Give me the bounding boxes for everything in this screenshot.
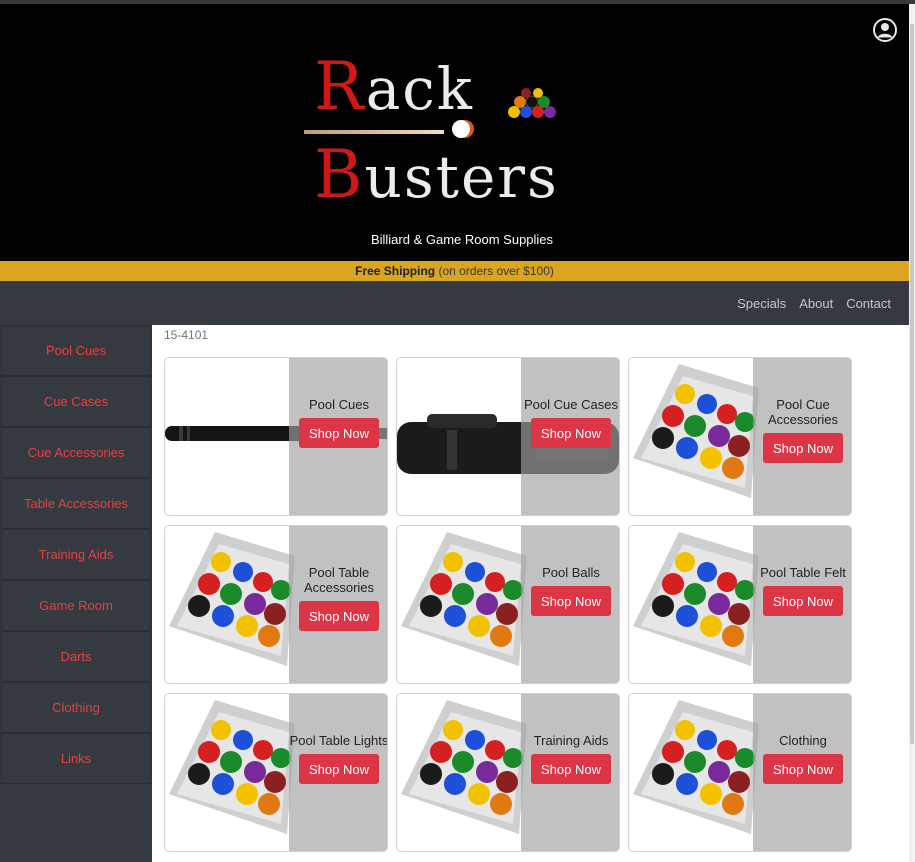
shop-now-button[interactable]: Shop Now	[763, 433, 843, 463]
logo-word-rack: Rack	[314, 48, 474, 125]
shop-now-button[interactable]: Shop Now	[531, 418, 611, 448]
category-card-pool-balls[interactable]: Pool Balls Shop Now	[396, 525, 620, 684]
shop-now-button[interactable]: Shop Now	[763, 586, 843, 616]
category-card-pool-cues[interactable]: Pool Cues Shop Now	[164, 357, 388, 516]
sidebar-item-clothing[interactable]: Clothing	[1, 682, 151, 733]
site-logo[interactable]: Rack Busters	[300, 48, 560, 213]
category-card-pool-cue-accessories[interactable]: Pool Cue Accessories Shop Now	[628, 357, 852, 516]
site-header: Rack Busters Billiard & Game Room Suppli…	[0, 4, 909, 261]
sidebar-item-pool-cues[interactable]: Pool Cues	[1, 325, 151, 376]
page-scrollbar[interactable]	[909, 4, 915, 862]
shop-now-button[interactable]: Shop Now	[763, 754, 843, 784]
sidebar-item-links[interactable]: Links	[1, 733, 151, 784]
card-title: Clothing	[779, 733, 827, 748]
shipping-strong: Free Shipping	[355, 264, 436, 278]
card-title: Pool Table Accessories	[303, 565, 375, 595]
category-card-pool-cue-cases[interactable]: Pool Cue Cases Shop Now	[396, 357, 620, 516]
nav-links: Specials About Contact	[737, 281, 891, 325]
sidebar-item-training-aids[interactable]: Training Aids	[1, 529, 151, 580]
site-tagline: Billiard & Game Room Supplies	[370, 232, 554, 247]
logo-cap-r: R	[314, 48, 366, 125]
nav-link-contact[interactable]: Contact	[846, 296, 891, 311]
logo-cue-stick	[304, 130, 444, 134]
card-title: Pool Balls	[542, 565, 600, 580]
logo-word-busters: Busters	[314, 136, 559, 213]
shop-now-button[interactable]: Shop Now	[531, 754, 611, 784]
card-title: Training Aids	[533, 733, 609, 748]
sidebar-item-cue-cases[interactable]: Cue Cases	[1, 376, 151, 427]
category-card-pool-table-felt[interactable]: Pool Table Felt Shop Now	[628, 525, 852, 684]
top-navbar: Specials About Contact	[0, 281, 909, 325]
card-title: Pool Cue Cases	[524, 397, 618, 412]
sidebar-item-game-room[interactable]: Game Room	[1, 580, 151, 631]
nav-link-about[interactable]: About	[799, 296, 833, 311]
logo-rest-busters: usters	[364, 143, 559, 211]
category-card-training-aids[interactable]: Training Aids Shop Now	[396, 693, 620, 852]
user-circle-icon[interactable]	[872, 17, 898, 43]
logo-rest-rack: ack	[365, 55, 474, 123]
category-card-pool-table-lights[interactable]: Pool Table Lights Shop Now	[164, 693, 388, 852]
category-card-clothing[interactable]: Clothing Shop Now	[628, 693, 852, 852]
shop-now-button[interactable]: Shop Now	[531, 586, 611, 616]
nav-link-specials[interactable]: Specials	[737, 296, 786, 311]
card-title: Pool Table Felt	[760, 565, 846, 580]
shop-now-button[interactable]: Shop Now	[299, 418, 379, 448]
product-sku: 15-4101	[164, 328, 209, 342]
shipping-note: (on orders over $100)	[438, 264, 554, 278]
card-title: Pool Cue Accessories	[767, 397, 839, 427]
shop-now-button[interactable]: Shop Now	[299, 754, 379, 784]
category-card-pool-table-accessories[interactable]: Pool Table Accessories Shop Now	[164, 525, 388, 684]
card-title: Pool Table Lights	[289, 733, 388, 748]
category-sidebar: Pool Cues Cue Cases Cue Accessories Tabl…	[0, 325, 152, 862]
logo-cap-b: B	[314, 136, 365, 213]
card-title: Pool Cues	[309, 397, 369, 412]
scrollbar-thumb[interactable]	[910, 24, 914, 744]
main-content: 15-4101 Pool Cues Shop Now Pool Cue Case…	[152, 325, 909, 862]
shipping-banner: Free Shipping (on orders over $100)	[0, 261, 909, 281]
logo-ball-rack-icon	[508, 88, 556, 118]
shop-now-button[interactable]: Shop Now	[299, 601, 379, 631]
sidebar-item-cue-accessories[interactable]: Cue Accessories	[1, 427, 151, 478]
sidebar-item-table-accessories[interactable]: Table Accessories	[1, 478, 151, 529]
sidebar-item-darts[interactable]: Darts	[1, 631, 151, 682]
